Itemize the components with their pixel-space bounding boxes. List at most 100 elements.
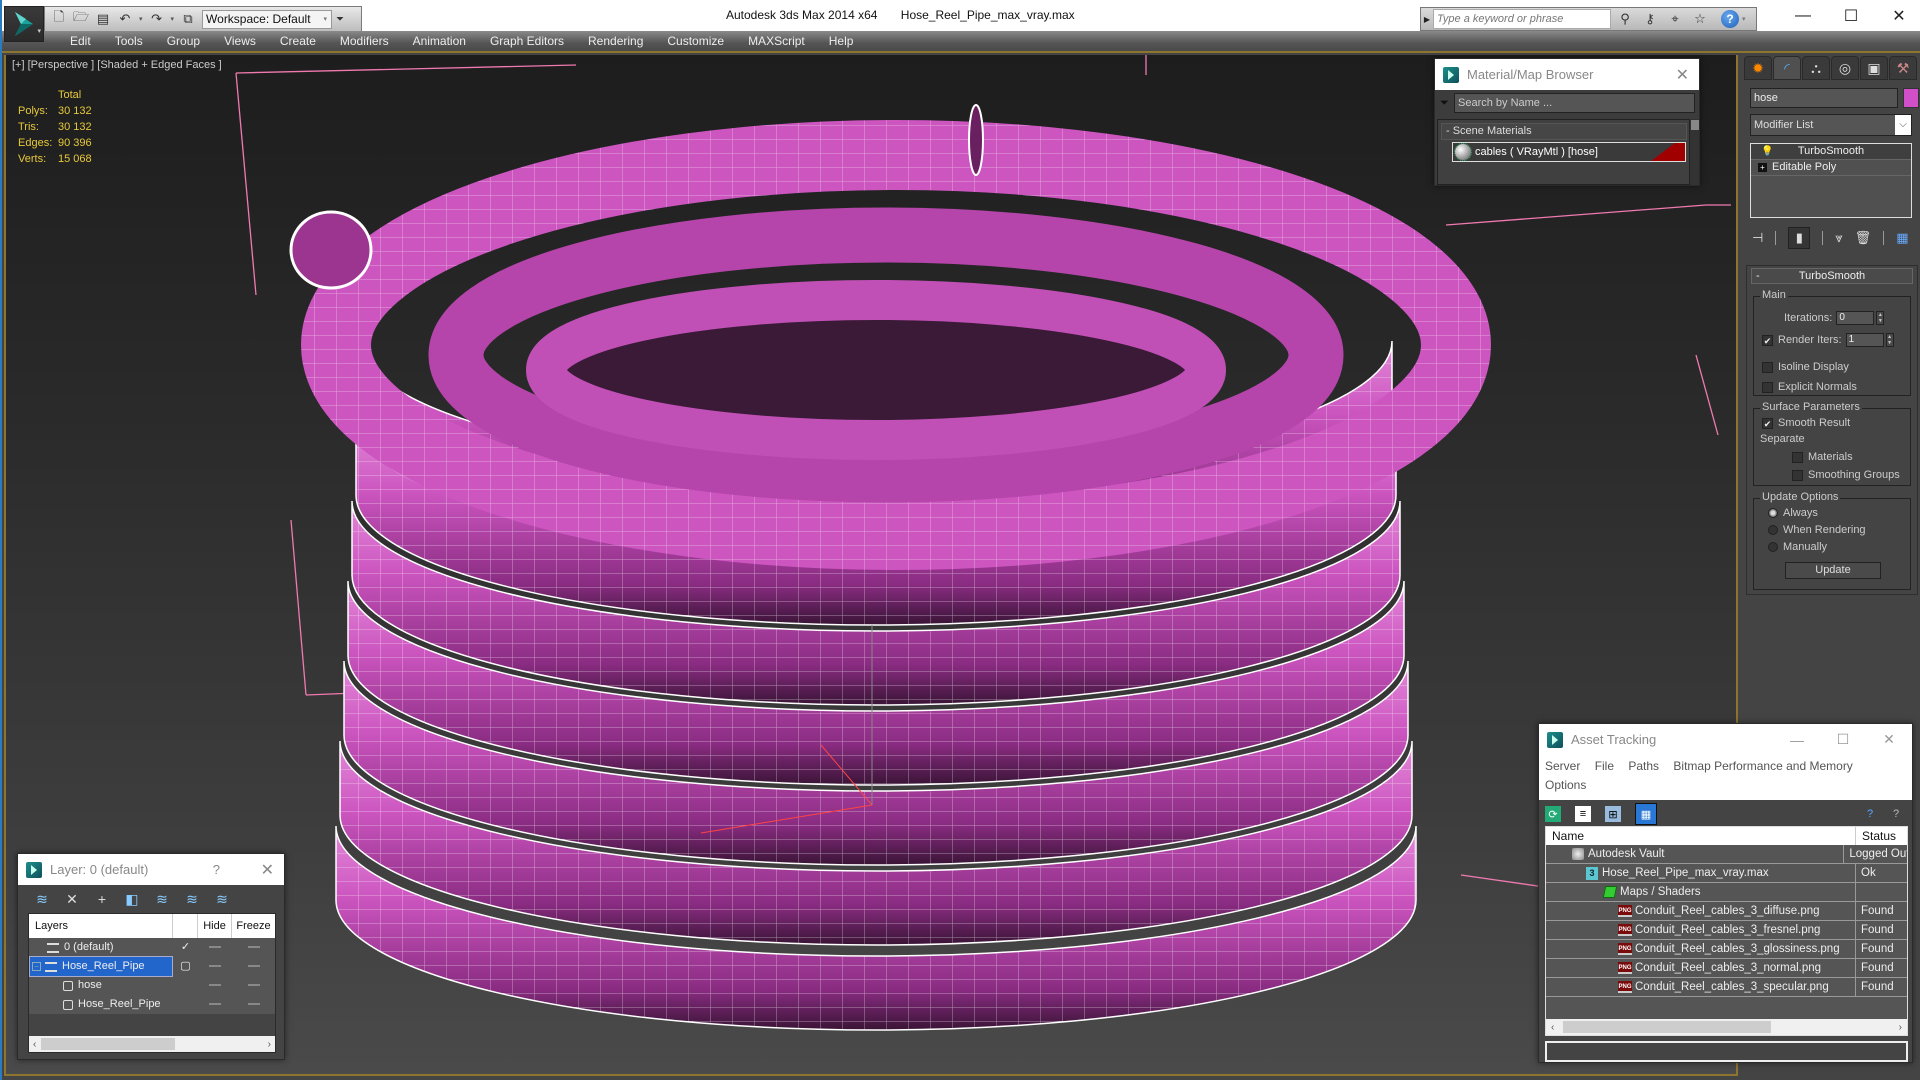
undo-dropdown-icon[interactable]: ▾: [139, 15, 143, 23]
menu-maxscript[interactable]: MAXScript: [736, 34, 817, 48]
scene-materials-group[interactable]: - Scene Materials: [1441, 123, 1687, 140]
scrollbar-thumb[interactable]: [41, 1038, 175, 1050]
refresh-icon[interactable]: ⟳: [1545, 806, 1561, 822]
smoothing-groups-checkbox[interactable]: [1792, 469, 1803, 481]
close-button[interactable]: ✕: [1876, 0, 1920, 31]
menu-file[interactable]: File: [1595, 759, 1614, 773]
key-icon[interactable]: ⚷: [1639, 11, 1661, 27]
stack-item-editable-poly[interactable]: + Editable Poly: [1751, 160, 1911, 176]
show-end-result-icon[interactable]: ▮: [1788, 227, 1811, 249]
menu-options[interactable]: Options: [1545, 778, 1586, 792]
hide-toggle[interactable]: [198, 976, 232, 995]
radio-button[interactable]: [1768, 525, 1778, 535]
binoculars-icon[interactable]: ⚲: [1614, 11, 1636, 27]
stack-item-turbosmooth[interactable]: 💡 TurboSmooth: [1751, 144, 1911, 160]
help-icon[interactable]: ?: [1888, 806, 1904, 822]
favorites-star-icon[interactable]: ☆: [1689, 11, 1711, 27]
customize-toolbar-icon[interactable]: ⏷: [336, 14, 344, 25]
table-row[interactable]: PNG Conduit_Reel_cables_3_fresnel.png Fou…: [1546, 921, 1907, 940]
table-row[interactable]: PNG Conduit_Reel_cables_3_diffuse.png Fou…: [1546, 902, 1907, 921]
materials-checkbox[interactable]: [1792, 451, 1803, 463]
delete-layer-icon[interactable]: ✕: [64, 891, 80, 907]
new-layer-icon[interactable]: ≋: [34, 891, 50, 907]
horizontal-scrollbar[interactable]: ‹ ›: [29, 1036, 275, 1052]
table-row[interactable]: Autodesk Vault Logged Out: [1546, 845, 1907, 864]
expand-icon[interactable]: ▶: [1421, 15, 1433, 24]
current-layer-checkmark[interactable]: ✓: [173, 938, 198, 957]
horizontal-scrollbar[interactable]: ‹ ›: [1546, 1019, 1907, 1035]
keyword-search-input[interactable]: Type a keyword or phrase: [1433, 9, 1611, 29]
vertical-scrollbar[interactable]: [1689, 119, 1699, 185]
radio-always[interactable]: Always: [1768, 507, 1818, 519]
make-unique-icon[interactable]: ⩔: [1835, 230, 1842, 246]
layer-row[interactable]: 0 (default) ✓: [29, 938, 275, 957]
column-status[interactable]: Status: [1856, 827, 1896, 845]
menu-edit[interactable]: Edit: [58, 34, 103, 48]
render-iters-spinner[interactable]: ▲ ▼: [1885, 333, 1894, 347]
undo-icon[interactable]: ↶: [117, 11, 133, 27]
smooth-result-checkbox[interactable]: ✔: [1762, 417, 1773, 429]
object-row[interactable]: Hose_Reel_Pipe: [29, 995, 275, 1014]
menu-bitmap-performance[interactable]: Bitmap Performance and Memory: [1673, 759, 1852, 773]
menu-views[interactable]: Views: [212, 34, 268, 48]
menu-animation[interactable]: Animation: [401, 34, 478, 48]
freeze-toggle[interactable]: [232, 938, 275, 957]
column-layers[interactable]: Layers: [29, 914, 173, 938]
column-hide[interactable]: Hide: [198, 914, 232, 938]
dialog-titlebar[interactable]: Material/Map Browser ✕: [1435, 59, 1699, 90]
scroll-left-icon[interactable]: ‹: [33, 1039, 36, 1050]
maximize-button[interactable]: ☐: [1828, 0, 1874, 31]
close-icon[interactable]: ✕: [1676, 65, 1689, 85]
set-current-layer-icon[interactable]: ≋: [184, 891, 200, 907]
viewport-label[interactable]: [+] [Perspective ] [Shaded + Edged Faces…: [12, 59, 222, 71]
scroll-right-icon[interactable]: ›: [268, 1039, 271, 1050]
update-button[interactable]: Update: [1785, 562, 1881, 579]
object-name-input[interactable]: hose: [1750, 88, 1898, 108]
configure-sets-icon[interactable]: ▦: [1896, 230, 1908, 246]
list-view-icon[interactable]: ≡: [1575, 806, 1591, 822]
hide-toggle[interactable]: [198, 938, 232, 957]
menu-help[interactable]: Help: [817, 34, 866, 48]
rollout-header[interactable]: - TurboSmooth: [1751, 268, 1913, 284]
column-name[interactable]: Name: [1546, 827, 1856, 845]
menu-tools[interactable]: Tools: [103, 34, 155, 48]
tab-modify[interactable]: ◜: [1773, 56, 1801, 80]
minimize-button[interactable]: —: [1774, 724, 1820, 755]
close-icon[interactable]: ✕: [261, 860, 274, 880]
menu-group[interactable]: Group: [155, 34, 212, 48]
application-menu-button[interactable]: ▾: [4, 6, 44, 42]
remove-modifier-icon[interactable]: 🗑: [1855, 230, 1872, 246]
column-freeze[interactable]: Freeze: [232, 914, 275, 938]
redo-dropdown-icon[interactable]: ▾: [171, 15, 175, 23]
tab-display[interactable]: ▣: [1860, 56, 1888, 80]
freeze-toggle[interactable]: [232, 957, 275, 976]
hide-toggle[interactable]: [198, 995, 232, 1014]
tab-motion[interactable]: ◎: [1831, 56, 1859, 80]
collapse-icon[interactable]: −: [32, 962, 41, 971]
help-icon[interactable]: ?: [213, 862, 220, 877]
explicit-normals-checkbox[interactable]: [1762, 381, 1773, 393]
modifier-list-dropdown[interactable]: Modifier List ⌵: [1750, 114, 1912, 136]
tab-utilities[interactable]: ⚒: [1889, 56, 1917, 80]
column-current[interactable]: [173, 914, 198, 938]
render-iters-input[interactable]: 1: [1845, 333, 1884, 347]
menu-customize[interactable]: Customize: [655, 34, 736, 48]
scrollbar-thumb[interactable]: [1563, 1021, 1771, 1033]
layer-row[interactable]: − Hose_Reel_Pipe ▢: [29, 956, 275, 977]
radio-button[interactable]: [1768, 508, 1778, 518]
help-icon[interactable]: ?: [1721, 10, 1739, 28]
tab-hierarchy[interactable]: ⛬: [1802, 56, 1830, 80]
radio-manually[interactable]: Manually: [1768, 541, 1827, 553]
table-row[interactable]: Maps / Shaders: [1546, 883, 1907, 902]
freeze-toggle[interactable]: [232, 995, 275, 1014]
radio-button[interactable]: [1768, 542, 1778, 552]
menu-modifiers[interactable]: Modifiers: [328, 34, 401, 48]
table-row[interactable]: 3 Hose_Reel_Pipe_max_vray.max Ok: [1546, 864, 1907, 883]
hide-toggle[interactable]: [198, 957, 232, 976]
add-to-layer-icon[interactable]: +: [94, 891, 110, 907]
new-file-icon[interactable]: 🗋: [51, 9, 67, 27]
tree-view-icon[interactable]: ⊞: [1605, 806, 1621, 822]
workspace-dropdown[interactable]: Workspace: Default ▾: [202, 9, 333, 29]
material-item[interactable]: cables ( VRayMtl ) [hose]: [1452, 142, 1686, 162]
table-row[interactable]: PNG Conduit_Reel_cables_3_specular.png Fo…: [1546, 978, 1907, 997]
